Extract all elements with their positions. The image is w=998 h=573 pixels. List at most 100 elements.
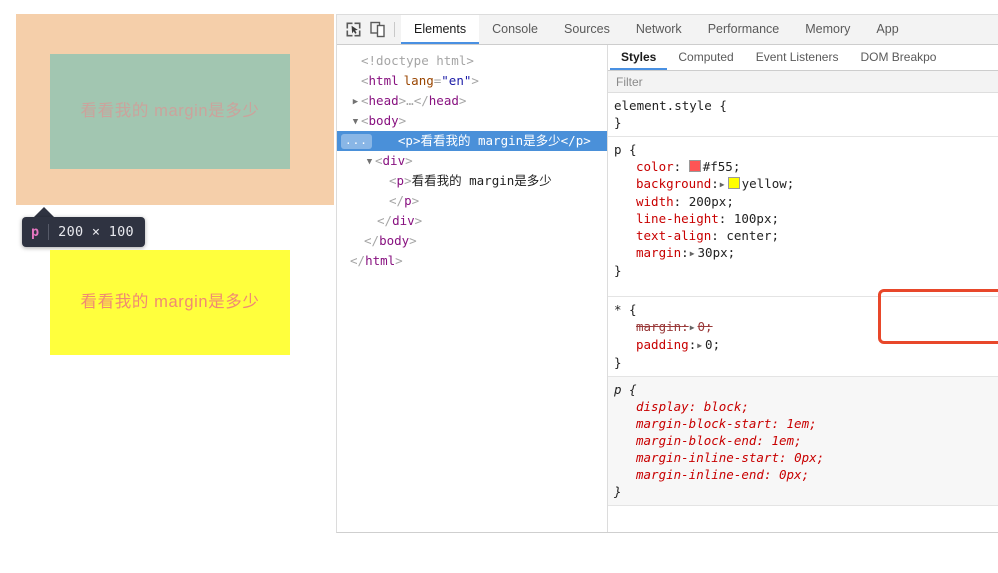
value-width[interactable]: 200px bbox=[689, 194, 727, 209]
property-background[interactable]: background bbox=[614, 175, 711, 192]
value-margin[interactable]: 30px bbox=[698, 245, 728, 260]
value-color[interactable]: #f55 bbox=[703, 159, 733, 174]
value-margin-block-start: 1em bbox=[786, 416, 810, 431]
property-color[interactable]: color bbox=[614, 158, 674, 175]
declaration-background[interactable]: background:▶ yellow; bbox=[614, 175, 998, 193]
chevron-right-icon[interactable]: ▶ bbox=[350, 92, 361, 112]
devtools-panel: Elements Console Sources Network Perform… bbox=[336, 14, 998, 533]
declaration-margin[interactable]: margin:▶ 30px; bbox=[614, 244, 998, 262]
declaration-margin-block-end: margin-block-end: 1em; bbox=[614, 432, 998, 449]
property-width[interactable]: width bbox=[614, 193, 674, 210]
tab-console[interactable]: Console bbox=[479, 15, 551, 44]
selector-universal[interactable]: * bbox=[614, 302, 622, 317]
declaration-line-height[interactable]: line-height: 100px; bbox=[614, 210, 998, 227]
css-rule-p-author[interactable]: p { color: #f55; background:▶ yellow; wid… bbox=[608, 137, 998, 297]
property-margin-overridden[interactable]: margin bbox=[614, 318, 681, 335]
declaration-margin-overridden[interactable]: margin:▶ 0; bbox=[614, 318, 998, 336]
dom-node-p-close[interactable]: </p> bbox=[337, 191, 607, 211]
value-display: block bbox=[703, 399, 742, 414]
property-display: display bbox=[636, 399, 689, 414]
dom-node-head[interactable]: ▶ <head>…</head> bbox=[337, 91, 607, 111]
style-filter-row[interactable]: Filter bbox=[608, 71, 998, 93]
value-line-height[interactable]: 100px bbox=[734, 211, 772, 226]
expand-triangle-icon-margin-reset[interactable]: ▶ bbox=[690, 319, 695, 336]
declaration-padding[interactable]: padding:▶ 0; bbox=[614, 336, 998, 354]
dom-node-html-close[interactable]: </html> bbox=[337, 251, 607, 271]
declaration-text-align[interactable]: text-align: center; bbox=[614, 227, 998, 244]
value-background[interactable]: yellow bbox=[742, 176, 787, 191]
property-text-align[interactable]: text-align bbox=[614, 227, 711, 244]
property-margin-block-start: margin-block-start bbox=[636, 416, 772, 431]
value-padding[interactable]: 0 bbox=[705, 337, 713, 352]
devtools-toolbar: Elements Console Sources Network Perform… bbox=[337, 15, 998, 45]
head-collapsed-ellipsis: … bbox=[406, 93, 414, 108]
declaration-color[interactable]: color: #f55; bbox=[614, 158, 998, 175]
head-tag-name: head bbox=[368, 93, 399, 108]
tab-elements[interactable]: Elements bbox=[401, 15, 480, 44]
tab-network[interactable]: Network bbox=[623, 15, 695, 44]
dom-node-html-open[interactable]: <html lang="en"> bbox=[337, 71, 607, 91]
property-line-height[interactable]: line-height bbox=[614, 210, 719, 227]
declaration-margin-inline-end: margin-inline-end: 0px; bbox=[614, 466, 998, 483]
device-toolbar-icon[interactable] bbox=[369, 21, 386, 38]
declaration-margin-block-start: margin-block-start: 1em; bbox=[614, 415, 998, 432]
selector-p-user-agent[interactable]: p bbox=[614, 382, 622, 397]
html-lang-attr-name: lang bbox=[403, 73, 434, 88]
watermark bbox=[985, 520, 988, 530]
html-tag-name: html bbox=[368, 73, 399, 88]
property-margin-inline-start: margin-inline-start bbox=[636, 450, 779, 465]
dom-node-body-close[interactable]: </body> bbox=[337, 231, 607, 251]
declaration-display: display: block; bbox=[614, 398, 998, 415]
force-state-badge[interactable]: ... bbox=[341, 134, 372, 149]
styles-pane: Styles Computed Event Listeners DOM Brea… bbox=[608, 45, 998, 532]
dom-node-doctype[interactable]: <!doctype html> bbox=[337, 51, 607, 71]
toolbar-icon-group bbox=[337, 15, 392, 44]
tab-computed[interactable]: Computed bbox=[667, 45, 744, 70]
dom-node-p-inner[interactable]: <p>看看我的 margin是多少 bbox=[337, 171, 607, 191]
filter-placeholder: Filter bbox=[616, 74, 643, 89]
rendered-paragraph: 看看我的 margin是多少 bbox=[50, 250, 290, 355]
expand-triangle-icon-padding[interactable]: ▶ bbox=[697, 337, 702, 354]
p-selected-text: 看看我的 margin是多少 bbox=[420, 133, 561, 148]
page-viewport: 看看我的 margin是多少 p 200 × 100 看看我的 margin是多… bbox=[0, 0, 336, 573]
chevron-down-icon[interactable]: ▼ bbox=[350, 112, 361, 132]
color-swatch-yellow[interactable] bbox=[727, 177, 740, 189]
property-margin-block-end: margin-block-end bbox=[636, 433, 757, 448]
dom-node-div-open[interactable]: ▼ <div> bbox=[337, 151, 607, 171]
css-rule-universal-reset[interactable]: * { margin:▶ 0; padding:▶ 0; } bbox=[608, 297, 998, 377]
expand-triangle-icon-background[interactable]: ▶ bbox=[720, 176, 725, 193]
tab-styles[interactable]: Styles bbox=[610, 45, 668, 70]
tab-memory[interactable]: Memory bbox=[792, 15, 863, 44]
css-rule-p-user-agent[interactable]: p { display: block; margin-block-start: … bbox=[608, 377, 998, 506]
property-margin-inline-end: margin-inline-end bbox=[636, 467, 764, 482]
dom-node-p-selected[interactable]: ... <p>看看我的 margin是多少</p> bbox=[337, 131, 607, 151]
value-margin-overridden[interactable]: 0 bbox=[698, 319, 706, 334]
css-rule-element-style[interactable]: element.style { } bbox=[608, 93, 998, 137]
tab-application[interactable]: App bbox=[863, 15, 911, 44]
tab-event-listeners[interactable]: Event Listeners bbox=[745, 45, 850, 70]
dom-node-body-open[interactable]: ▼ <body> bbox=[337, 111, 607, 131]
inspect-element-icon[interactable] bbox=[345, 21, 362, 38]
dom-tree-pane[interactable]: <!doctype html> <html lang="en"> ▶ <head>…… bbox=[337, 45, 608, 532]
tab-sources[interactable]: Sources bbox=[551, 15, 623, 44]
dom-node-div-close[interactable]: </div> bbox=[337, 211, 607, 231]
node-tooltip-divider bbox=[48, 224, 50, 240]
styles-tab-bar: Styles Computed Event Listeners DOM Brea… bbox=[608, 45, 998, 71]
declaration-width[interactable]: width: 200px; bbox=[614, 193, 998, 210]
property-margin[interactable]: margin bbox=[614, 244, 681, 261]
expand-triangle-icon-margin[interactable]: ▶ bbox=[690, 245, 695, 262]
chevron-down-icon-div[interactable]: ▼ bbox=[364, 152, 375, 172]
content-highlight-overlay: 看看我的 margin是多少 bbox=[50, 54, 290, 169]
tab-performance[interactable]: Performance bbox=[695, 15, 793, 44]
color-swatch-f55[interactable] bbox=[688, 160, 701, 172]
doctype-text: <!doctype html> bbox=[361, 53, 474, 68]
selector-p-author[interactable]: p bbox=[614, 142, 622, 157]
node-tooltip-tag: p bbox=[31, 224, 40, 240]
tab-dom-breakpoints[interactable]: DOM Breakpo bbox=[849, 45, 947, 70]
value-text-align[interactable]: center bbox=[726, 228, 771, 243]
p-inner-text: 看看我的 margin是多少 bbox=[411, 173, 552, 188]
selector-element-style[interactable]: element.style bbox=[614, 98, 712, 113]
property-padding[interactable]: padding bbox=[614, 336, 689, 353]
toolbar-divider bbox=[394, 22, 395, 37]
html-lang-attr-value: "en" bbox=[441, 73, 472, 88]
